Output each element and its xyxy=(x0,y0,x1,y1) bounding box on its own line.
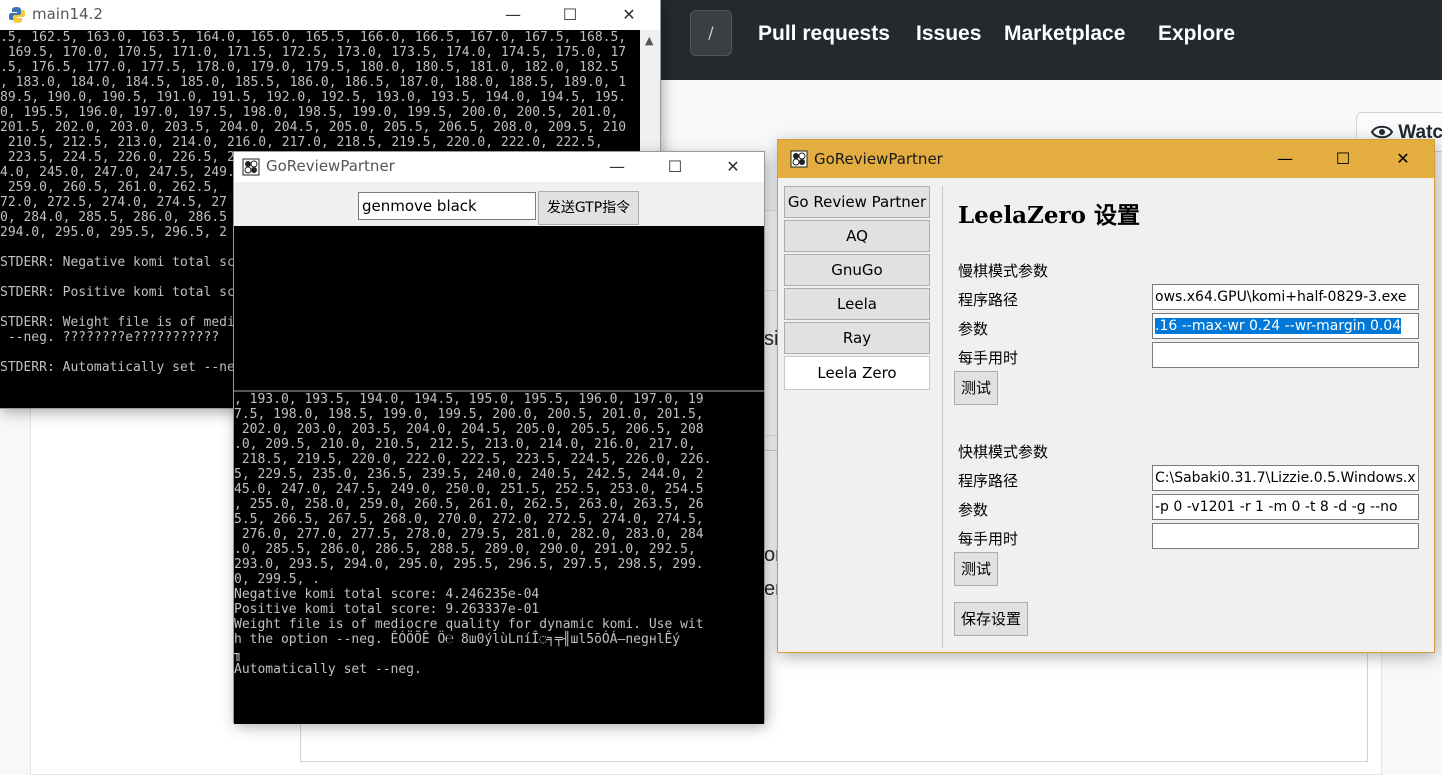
console-line: 0, 299.5, . xyxy=(234,572,321,587)
gtp-window[interactable]: GoReviewPartner — ☐ ✕ genmove black 发送GT… xyxy=(234,152,764,724)
slow-section-label: 慢棋模式参数 xyxy=(958,262,1049,280)
console-line: 202.0, 203.0, 203.5, 204.0, 204.5, 205.0… xyxy=(234,422,704,437)
slow-params-field[interactable]: .16 --max-wr 0.24 --wr-margin 0.04 xyxy=(1152,313,1419,339)
slow-test-button[interactable]: 测试 xyxy=(954,371,998,405)
console-line: , 193.0, 193.5, 194.0, 194.5, 195.0, 195… xyxy=(234,392,704,407)
slow-path-label: 程序路径 xyxy=(958,291,1019,309)
tab-aq[interactable]: AQ xyxy=(784,220,930,252)
search-shortcut-key[interactable]: / xyxy=(690,10,732,56)
nav-explore[interactable]: Explore xyxy=(1158,22,1235,46)
fast-params-label: 参数 xyxy=(958,501,989,519)
nav-marketplace[interactable]: Marketplace xyxy=(1004,22,1125,46)
fast-time-field[interactable] xyxy=(1152,523,1419,549)
console-line: h the option --neg. ÊÓÖÕÊ Ö℮ 8ш0ýlùLпíÎ◌… xyxy=(234,632,681,647)
fast-params-field[interactable]: -p 0 -v1201 -r 1 -m 0 -t 8 -d -g --no xyxy=(1152,494,1419,520)
console-line: .5, 176.5, 177.0, 177.5, 178.0, 179.0, 1… xyxy=(0,60,619,75)
save-settings-button[interactable]: 保存设置 xyxy=(954,602,1028,636)
text-fragment: si xyxy=(764,328,779,350)
console-line: 45.0, 247.0, 247.5, 249.0, 250.0, 251.5,… xyxy=(234,482,704,497)
slow-path-field[interactable]: ows.x64.GPU\komi+half-0829-3.exe xyxy=(1152,284,1419,310)
console-line: Positive komi total score: 9.263337e-01 xyxy=(234,602,540,617)
maximize-button[interactable]: ☐ xyxy=(652,152,698,182)
nav-pull-requests[interactable]: Pull requests xyxy=(758,22,890,46)
selected-text: .16 --max-wr 0.24 --wr-margin 0.04 xyxy=(1155,318,1402,334)
gtp-command-input[interactable]: genmove black xyxy=(358,192,536,220)
chevron-up-icon[interactable]: ▲ xyxy=(645,34,653,47)
tab-ray[interactable]: Ray xyxy=(784,322,930,354)
tab-leela[interactable]: Leela xyxy=(784,288,930,320)
fast-test-button[interactable]: 测试 xyxy=(954,552,998,586)
console-line: 0, 195.5, 196.0, 197.0, 197.5, 198.0, 19… xyxy=(0,105,619,120)
minimize-button[interactable]: — xyxy=(1256,140,1314,178)
go-board-icon xyxy=(242,158,260,176)
console-titlebar[interactable]: main14.2 — ☐ ✕ xyxy=(0,0,660,30)
settings-heading: LeelaZero 设置 xyxy=(958,202,1140,229)
settings-window[interactable]: GoReviewPartner — ☐ ✕ Go Review Partner … xyxy=(778,140,1434,652)
slow-time-label: 每手用时 xyxy=(958,349,1019,367)
console-line: 210.5, 212.5, 213.0, 214.0, 216.0, 217.0… xyxy=(0,135,603,150)
nav-issues[interactable]: Issues xyxy=(916,22,981,46)
console-line: 218.5, 219.5, 220.0, 222.0, 222.5, 223.5… xyxy=(234,452,712,467)
maximize-button[interactable]: ☐ xyxy=(1314,140,1372,178)
close-button[interactable]: ✕ xyxy=(1374,140,1432,178)
console-line: 5.5, 266.5, 267.5, 268.0, 270.0, 272.0, … xyxy=(234,512,704,527)
gtp-titlebar[interactable]: GoReviewPartner — ☐ ✕ xyxy=(234,152,764,182)
console-line: 293.0, 293.5, 294.0, 295.0, 295.5, 296.5… xyxy=(234,557,704,572)
console-line: 89.5, 190.0, 190.5, 191.0, 191.5, 192.0,… xyxy=(0,90,627,105)
python-icon xyxy=(8,6,26,24)
window-title: GoReviewPartner xyxy=(266,157,395,175)
gtp-log-output: , 193.0, 193.5, 194.0, 194.5, 195.0, 195… xyxy=(234,390,764,724)
window-title: main14.2 xyxy=(32,5,103,23)
console-line: Negative komi total score: 4.246235e-04 xyxy=(234,587,540,602)
go-board-icon xyxy=(790,150,808,168)
gtp-response-area xyxy=(234,226,764,390)
console-line: , 183.0, 184.0, 184.5, 185.0, 185.5, 186… xyxy=(0,75,627,90)
tab-leela-zero[interactable]: Leela Zero xyxy=(784,356,930,390)
fast-path-label: 程序路径 xyxy=(958,472,1019,490)
console-line: 169.5, 170.0, 170.5, 171.0, 171.5, 172.5… xyxy=(0,45,627,60)
console-line: .0, 209.5, 210.0, 210.5, 212.5, 213.0, 2… xyxy=(234,437,696,452)
minimize-button[interactable]: — xyxy=(594,152,640,182)
console-line: .0, 285.5, 286.0, 286.5, 288.5, 289.0, 2… xyxy=(234,542,696,557)
console-line: .5, 162.5, 163.0, 163.5, 164.0, 165.0, 1… xyxy=(0,30,627,45)
window-title: GoReviewPartner xyxy=(814,150,943,168)
fast-time-label: 每手用时 xyxy=(958,530,1019,548)
console-line: 201.5, 202.0, 203.0, 203.5, 204.0, 204.5… xyxy=(0,120,627,135)
slow-time-field[interactable] xyxy=(1152,342,1419,368)
settings-titlebar[interactable]: GoReviewPartner — ☐ ✕ xyxy=(778,140,1434,178)
console-line: ╖ xyxy=(234,647,242,662)
fast-section-label: 快棋模式参数 xyxy=(958,443,1049,461)
close-button[interactable]: ✕ xyxy=(710,152,756,182)
maximize-button[interactable]: ☐ xyxy=(547,0,593,30)
sidebar-divider xyxy=(942,186,943,648)
send-gtp-button[interactable]: 发送GTP指令 xyxy=(538,191,639,225)
tab-go-review-partner[interactable]: Go Review Partner xyxy=(784,186,930,218)
console-line: Automatically set --neg. xyxy=(234,662,422,677)
slow-params-label: 参数 xyxy=(958,320,989,338)
console-line: , 255.0, 258.0, 259.0, 260.5, 261.0, 262… xyxy=(234,497,704,512)
console-line: Weight file is of mediocre quality for d… xyxy=(234,617,704,632)
console-line: 276.0, 277.0, 277.5, 278.0, 279.5, 281.0… xyxy=(234,527,704,542)
console-line: 7.5, 198.0, 198.5, 199.0, 199.5, 200.0, … xyxy=(234,407,704,422)
close-button[interactable]: ✕ xyxy=(606,0,652,30)
fast-path-field[interactable]: C:\Sabaki0.31.7\Lizzie.0.5.Windows.x xyxy=(1152,465,1419,491)
minimize-button[interactable]: — xyxy=(490,0,536,30)
tab-gnugo[interactable]: GnuGo xyxy=(784,254,930,286)
console-line: 5, 229.5, 235.0, 236.5, 239.5, 240.0, 24… xyxy=(234,467,704,482)
